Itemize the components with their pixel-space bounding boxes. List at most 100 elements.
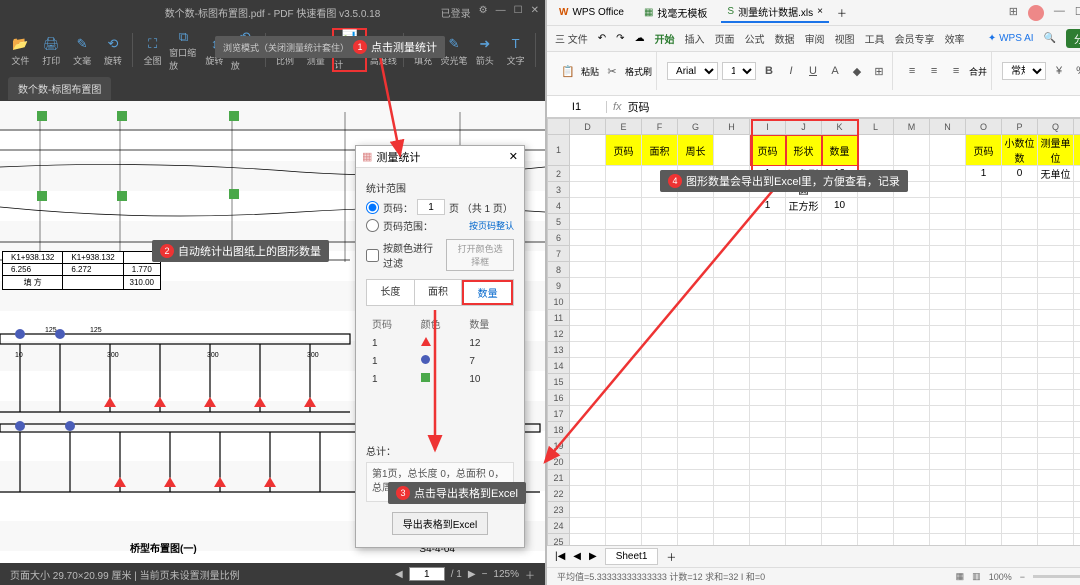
page-input[interactable] <box>409 567 445 581</box>
tool-箭头[interactable]: ➜箭头 <box>470 28 499 72</box>
callout-2: 2自动统计出图纸上的图形数量 <box>152 240 329 262</box>
formula-value[interactable]: 页码 <box>628 99 650 115</box>
svg-text:10: 10 <box>15 352 23 359</box>
triangle-icon <box>421 337 431 346</box>
sheet-nav-next-icon[interactable]: ▶ <box>589 551 597 562</box>
menu-page[interactable]: 页面 <box>715 31 735 46</box>
align-left-button[interactable]: ≡ <box>903 62 921 80</box>
tool-全图[interactable]: ⛶全图 <box>138 28 167 72</box>
add-tab-icon[interactable]: ＋ <box>837 5 847 20</box>
quick-redo-icon[interactable]: ↷ <box>616 33 624 44</box>
pdf-title: 数个数-标图布置图.pdf - PDF 快速看图 v3.5.0.18 <box>165 5 381 20</box>
font-color-button[interactable]: A <box>826 62 844 80</box>
menu-efficiency[interactable]: 效率 <box>945 31 965 46</box>
border-button[interactable]: ⊞ <box>870 62 888 80</box>
user-avatar-icon[interactable] <box>1028 5 1044 21</box>
number-format-select[interactable]: 常规 <box>1002 62 1046 80</box>
cell-reference[interactable]: I1 <box>547 101 607 113</box>
sheet-tab-active[interactable]: Sheet1 <box>605 548 659 565</box>
tab-count[interactable]: 数量 <box>462 280 513 305</box>
bold-button[interactable]: B <box>760 62 778 80</box>
fill-color-button[interactable]: ◆ <box>848 62 866 80</box>
maximize-icon[interactable]: ☐ <box>1075 5 1080 21</box>
percent-button[interactable]: % <box>1072 62 1080 80</box>
align-center-button[interactable]: ≡ <box>925 62 943 80</box>
align-right-button[interactable]: ≡ <box>947 62 965 80</box>
menu-tools[interactable]: 工具 <box>865 31 885 46</box>
page-next-icon[interactable]: ▶ <box>468 569 476 580</box>
zoom-out-icon[interactable]: − <box>1020 572 1025 582</box>
blue-circle-marker <box>55 329 65 339</box>
wps-ai-button[interactable]: ✦ WPS AI <box>988 33 1034 44</box>
menu-file[interactable]: 三 文件 <box>555 31 588 46</box>
view-page-icon[interactable]: ▥ <box>972 571 981 582</box>
sheet-nav-first-icon[interactable]: |◀ <box>555 551 565 562</box>
tab-area[interactable]: 面积 <box>415 280 463 305</box>
pdf-tab-active[interactable]: 数个数-标图布置图 <box>8 77 111 100</box>
tool-文件[interactable]: 📂文件 <box>6 28 35 72</box>
wps-office-tab[interactable]: WWPS Office <box>553 5 630 20</box>
svg-text:300: 300 <box>207 352 219 359</box>
italic-button[interactable]: I <box>782 62 800 80</box>
font-select[interactable]: Arial <box>667 62 718 80</box>
tool-文字[interactable]: T文字 <box>501 28 530 72</box>
menu-data[interactable]: 数据 <box>775 31 795 46</box>
close-icon[interactable]: ✕ <box>531 5 539 20</box>
page-total: / 1 <box>451 569 462 580</box>
tool-窗口缩放[interactable]: ⧉窗口缩放 <box>169 28 198 72</box>
sheet-nav-prev-icon[interactable]: ◀ <box>573 551 581 562</box>
zoom-out-icon[interactable]: − <box>482 569 488 580</box>
search-icon[interactable]: 🔍 <box>1044 33 1056 44</box>
zoom-in-icon[interactable]: ＋ <box>525 567 535 582</box>
settings-icon[interactable]: ⚙ <box>479 5 488 20</box>
tool-打印[interactable]: 🖨打印 <box>37 28 66 72</box>
sheet-tabs: |◀ ◀ ▶ Sheet1 ＋ <box>547 545 1080 567</box>
maximize-icon[interactable]: ☐ <box>514 5 523 20</box>
page-prev-icon[interactable]: ◀ <box>395 569 403 580</box>
color-filter-checkbox[interactable]: 按颜色进行过滤 <box>366 240 440 270</box>
pdf-status-bar: 页面大小 29.70×20.99 厘米 | 当前页未设置测量比例 ◀ / 1 ▶… <box>0 563 545 585</box>
green-square-marker <box>229 189 239 199</box>
formula-bar: I1 fx 页码 <box>547 96 1080 118</box>
menu-view[interactable]: 视图 <box>835 31 855 46</box>
menu-home[interactable]: 开始 <box>655 31 675 46</box>
tab-data-file[interactable]: S测量统计数据.xls × <box>721 2 829 23</box>
svg-text:125: 125 <box>90 327 102 334</box>
page-from-input[interactable] <box>417 199 445 215</box>
dialog-close-icon[interactable]: ✕ <box>509 150 518 163</box>
paste-button[interactable]: 📋 <box>559 62 577 80</box>
zoom-slider[interactable] <box>1033 575 1080 578</box>
open-color-picker-button[interactable]: 打开颜色选择框 <box>446 239 514 271</box>
quick-undo-icon[interactable]: ↶ <box>598 33 606 44</box>
radio-range[interactable]: 页码范围： 按页码整认 <box>366 218 514 233</box>
circle-icon <box>421 355 430 364</box>
font-size-select[interactable]: 10 <box>722 62 756 80</box>
radio-page[interactable]: 页码： 页 （共 1 页） <box>366 199 514 215</box>
minimize-icon[interactable]: — <box>496 5 506 20</box>
excel-titlebar: WWPS Office ▦找毫无模板 S测量统计数据.xls × ＋ ⊞ — ☐… <box>547 0 1080 26</box>
tab-template[interactable]: ▦找毫无模板 <box>638 3 713 22</box>
browse-mode-label: 浏览模式（关闭测量统计套住） <box>223 41 349 54</box>
cut-button[interactable]: ✂ <box>603 62 621 80</box>
add-sheet-icon[interactable]: ＋ <box>666 549 676 564</box>
menu-insert[interactable]: 插入 <box>685 31 705 46</box>
tool-文毫[interactable]: ✎文毫 <box>68 28 97 72</box>
tab-length[interactable]: 长度 <box>367 280 415 305</box>
export-excel-button[interactable]: 导出表格到Excel <box>392 512 488 535</box>
menu-formula[interactable]: 公式 <box>745 31 765 46</box>
currency-button[interactable]: ¥ <box>1050 62 1068 80</box>
tab-close-icon[interactable]: × <box>817 6 823 17</box>
share-button[interactable]: 分享 <box>1066 29 1080 48</box>
stat-tabs: 长度 面积 数量 <box>366 279 514 306</box>
view-normal-icon[interactable]: ▦ <box>956 571 965 582</box>
tool-旋转[interactable]: ⟲旋转 <box>98 28 127 72</box>
menu-review[interactable]: 审阅 <box>805 31 825 46</box>
menu-member[interactable]: 会员专享 <box>895 31 935 46</box>
quick-save-icon[interactable]: ☁ <box>635 33 645 44</box>
status-aggregate: 平均值=5.33333333333333 计数=12 求和=32 I 和=0 <box>557 570 765 583</box>
minimize-icon[interactable]: — <box>1054 5 1065 21</box>
fx-icon[interactable]: fx <box>613 101 622 113</box>
underline-button[interactable]: U <box>804 62 822 80</box>
app-icon[interactable]: ⊞ <box>1009 5 1018 21</box>
summary-label: 总计： <box>366 443 514 458</box>
